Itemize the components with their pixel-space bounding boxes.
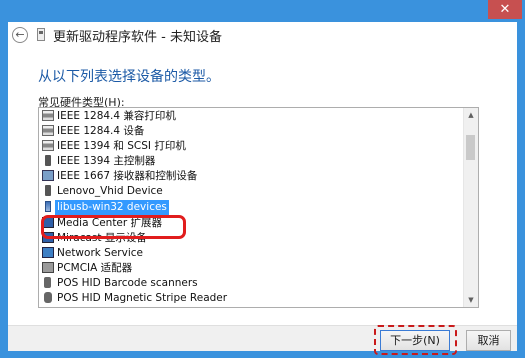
- list-item-label: Lenovo_Vhid Device: [57, 185, 163, 197]
- list-item-label: IEEE 1394 和 SCSI 打印机: [57, 140, 186, 152]
- usb-plug-icon: [45, 201, 51, 212]
- page-heading: 从以下列表选择设备的类型。: [38, 69, 220, 85]
- hid-icon: [44, 292, 52, 303]
- list-item[interactable]: Network Service: [42, 246, 442, 261]
- list-item-label: PCMCIA 适配器: [57, 262, 133, 274]
- scroll-up-arrow-icon[interactable]: ▲: [464, 108, 478, 122]
- scroll-down-arrow-icon[interactable]: ▼: [464, 293, 478, 307]
- list-item-label: IEEE 1667 接收器和控制设备: [57, 170, 198, 182]
- wizard-client-area: ← 更新驱动程序软件 - 未知设备 从以下列表选择设备的类型。 常见硬件类型(H…: [8, 22, 517, 355]
- list-item[interactable]: IEEE 1394 主控制器: [42, 154, 442, 169]
- list-item[interactable]: Lenovo_Vhid Device: [42, 184, 442, 199]
- list-item-label: POS HID Magnetic Stripe Reader: [57, 292, 228, 304]
- list-item-label: libusb-win32 devices: [55, 200, 169, 215]
- list-item[interactable]: IEEE 1667 接收器和控制设备: [42, 169, 442, 184]
- list-item[interactable]: IEEE 1284.4 兼容打印机: [42, 109, 442, 124]
- list-item-label: IEEE 1284.4 设备: [57, 125, 145, 137]
- pcmcia-icon: [42, 262, 54, 273]
- plug-icon: [45, 155, 51, 166]
- plug-icon: [44, 277, 51, 288]
- highlight-annotation: [41, 215, 186, 239]
- device-icon: [37, 28, 45, 41]
- list-scrollbar[interactable]: ▲ ▼: [463, 108, 478, 307]
- list-item-label: IEEE 1394 主控制器: [57, 155, 156, 167]
- wizard-title: 更新驱动程序软件 - 未知设备: [53, 30, 222, 45]
- printer-icon: [42, 110, 54, 121]
- network-icon: [42, 247, 54, 258]
- cancel-button[interactable]: 取消: [466, 330, 511, 351]
- plug-icon: [45, 185, 51, 196]
- list-item-selected[interactable]: libusb-win32 devices: [42, 200, 442, 215]
- list-item-label: IEEE 1284.4 兼容打印机: [57, 110, 176, 122]
- list-item[interactable]: POS HID Barcode scanners: [42, 276, 442, 291]
- highlight-annotation: [374, 325, 457, 355]
- hardware-types-list[interactable]: IEEE 1284.4 兼容打印机 IEEE 1284.4 设备 IEEE 13…: [38, 107, 479, 308]
- list-item[interactable]: IEEE 1394 和 SCSI 打印机: [42, 139, 442, 154]
- card-icon: [42, 170, 54, 181]
- printer-icon: [42, 140, 54, 151]
- list-item[interactable]: POS HID Magnetic Stripe Reader: [42, 291, 442, 306]
- printer-icon: [42, 125, 54, 136]
- list-item[interactable]: IEEE 1284.4 设备: [42, 124, 442, 139]
- back-arrow-icon[interactable]: ←: [12, 27, 28, 43]
- list-item-label: POS HID Barcode scanners: [57, 277, 198, 289]
- list-item-label: Network Service: [57, 247, 143, 259]
- scroll-thumb[interactable]: [466, 135, 475, 160]
- list-item[interactable]: PCMCIA 适配器: [42, 261, 442, 276]
- window-close-button[interactable]: ✕: [488, 0, 522, 19]
